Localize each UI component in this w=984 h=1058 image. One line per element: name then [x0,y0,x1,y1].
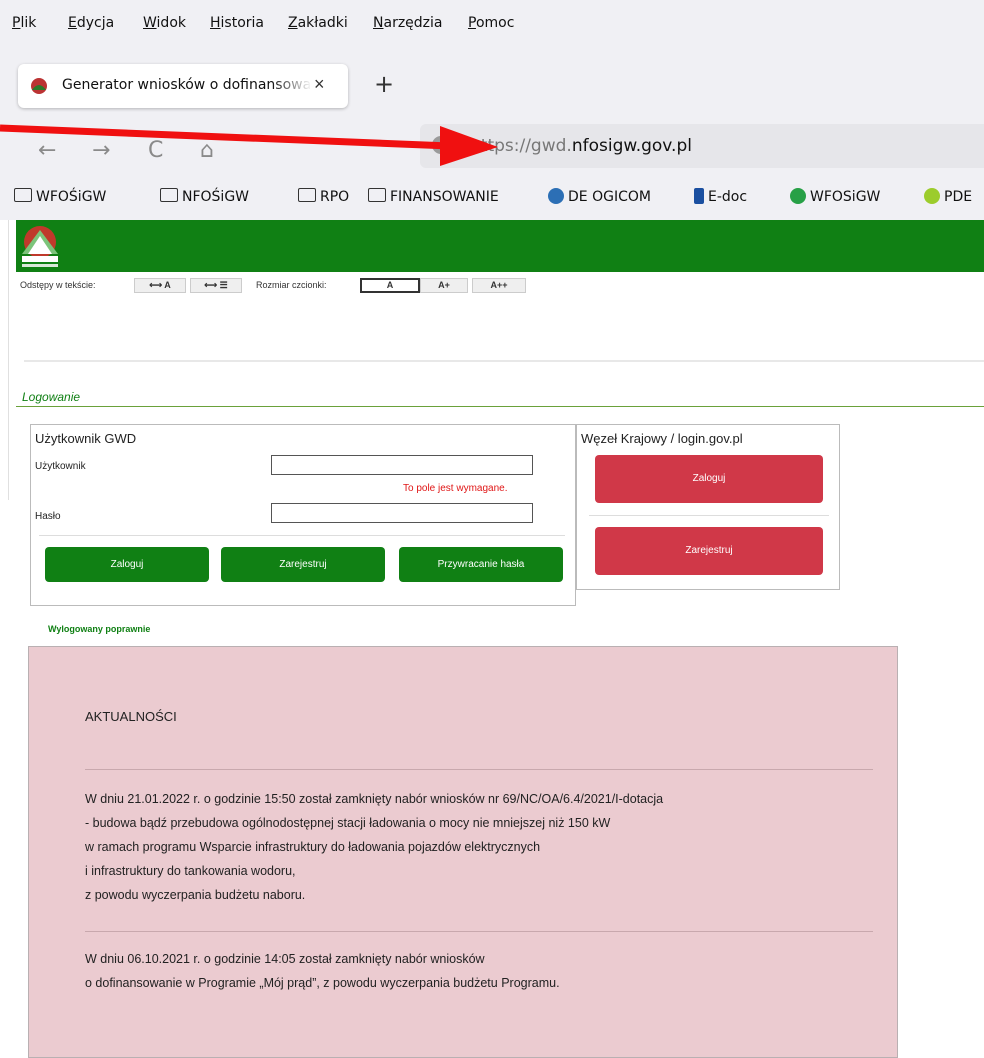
font-size-label: Rozmiar czcionki: [256,280,327,290]
menu-pomoc[interactable]: Pomoc [468,15,514,31]
required-field-error: To pole jest wymagane. [403,483,508,494]
logout-status-message: Wylogowany poprawnie [48,624,151,634]
url-bar[interactable]: https://gwd.nfosigw.gov.pl [420,124,984,168]
bookmark-nfosigw-folder[interactable]: NFOŚiGW [160,188,249,205]
news-panel: AKTUALNOŚCI W dniu 21.01.2022 r. o godzi… [28,646,898,1058]
wk-login-button[interactable]: Zaloguj [595,455,823,503]
bookmark-de-ogicom[interactable]: DE OGICOM [548,188,651,205]
wfosigw-icon [790,188,806,204]
bookmark-wfosigw-folder[interactable]: WFOŚiGW [14,188,106,205]
divider [85,931,873,932]
password-label: Hasło [35,511,61,522]
folder-icon [368,188,386,202]
font-size-a-plus-button[interactable]: A+ [420,278,468,293]
gwd-panel-title: Użytkownik GWD [35,431,137,446]
news-item: W dniu 21.01.2022 r. o godzinie 15:50 zo… [85,792,664,902]
close-icon[interactable]: × [314,74,325,95]
bookmark-pde[interactable]: PDE [924,188,972,205]
gwd-login-panel: Użytkownik GWD Użytkownik To pole jest w… [30,424,576,606]
font-size-a-button[interactable]: A [360,278,420,293]
menu-narzedzia[interactable]: Narzędzia [373,15,443,31]
menu-zakladki[interactable]: Zakładki [288,15,348,31]
gwd-register-button[interactable]: Zarejestruj [221,547,385,582]
news-item: W dniu 06.10.2021 r. o godzinie 14:05 zo… [85,952,560,990]
url-text: https://gwd.nfosigw.gov.pl [470,136,692,156]
browser-chrome: Plik Edycja Widok Historia Zakładki Narz… [0,0,984,220]
menu-plik[interactable]: Plik [12,15,36,31]
site-header [16,220,984,272]
password-input[interactable] [271,503,533,523]
line-spacing-button[interactable]: ⟷ ☰ [190,278,242,293]
folder-icon [298,188,316,202]
menu-edycja[interactable]: Edycja [68,15,114,31]
font-size-a-plus-plus-button[interactable]: A++ [472,278,526,293]
divider [16,406,984,407]
divider [8,220,9,500]
bookmarks-bar: WFOŚiGW NFOŚiGW RPO FINANSOWANIE DE OGIC… [0,178,984,220]
spacing-label: Odstępy w tekście: [20,280,96,290]
tab-generator[interactable]: Generator wniosków o dofinansowanie × [18,64,348,108]
folder-icon [14,188,32,202]
username-label: Użytkownik [35,461,86,472]
divider [85,769,873,770]
bookmark-edoc[interactable]: E-doc [694,188,747,205]
folder-icon [160,188,178,202]
favicon-icon [31,78,47,94]
bookmark-wfosigw[interactable]: WFOSiGW [790,188,880,205]
letter-spacing-button[interactable]: ⟷ A [134,278,186,293]
news-title: AKTUALNOŚCI [85,709,177,724]
gwd-login-button[interactable]: Zaloguj [45,547,209,582]
divider [24,360,984,362]
bookmark-rpo-folder[interactable]: RPO [298,188,349,205]
pde-icon [924,188,940,204]
wk-login-panel: Węzeł Krajowy / login.gov.pl Zaloguj Zar… [576,424,840,590]
menu-widok[interactable]: Widok [143,15,186,31]
bookmark-finansowanie-folder[interactable]: FINANSOWANIE [368,188,499,205]
menu-historia[interactable]: Historia [210,15,264,31]
menu-bar: Plik Edycja Widok Historia Zakładki Narz… [0,0,984,42]
red-arrow-annotation [0,124,498,166]
wk-panel-title: Węzeł Krajowy / login.gov.pl [581,431,743,446]
ogicom-icon [548,188,564,204]
divider [39,535,565,536]
new-tab-button[interactable]: + [374,70,394,98]
password-recovery-button[interactable]: Przywracanie hasła [399,547,563,582]
divider [589,515,829,516]
page-content: Odstępy w tekście: ⟷ A ⟷ ☰ Rozmiar czcio… [0,220,984,1058]
username-input[interactable] [271,455,533,475]
edoc-icon [694,188,704,204]
nfosigw-logo[interactable] [18,222,62,270]
login-section-title: Logowanie [22,390,81,404]
wk-register-button[interactable]: Zarejestruj [595,527,823,575]
tab-strip: Generator wniosków o dofinansowanie × + [0,48,984,118]
tab-title: Generator wniosków o dofinansowanie [62,77,312,93]
